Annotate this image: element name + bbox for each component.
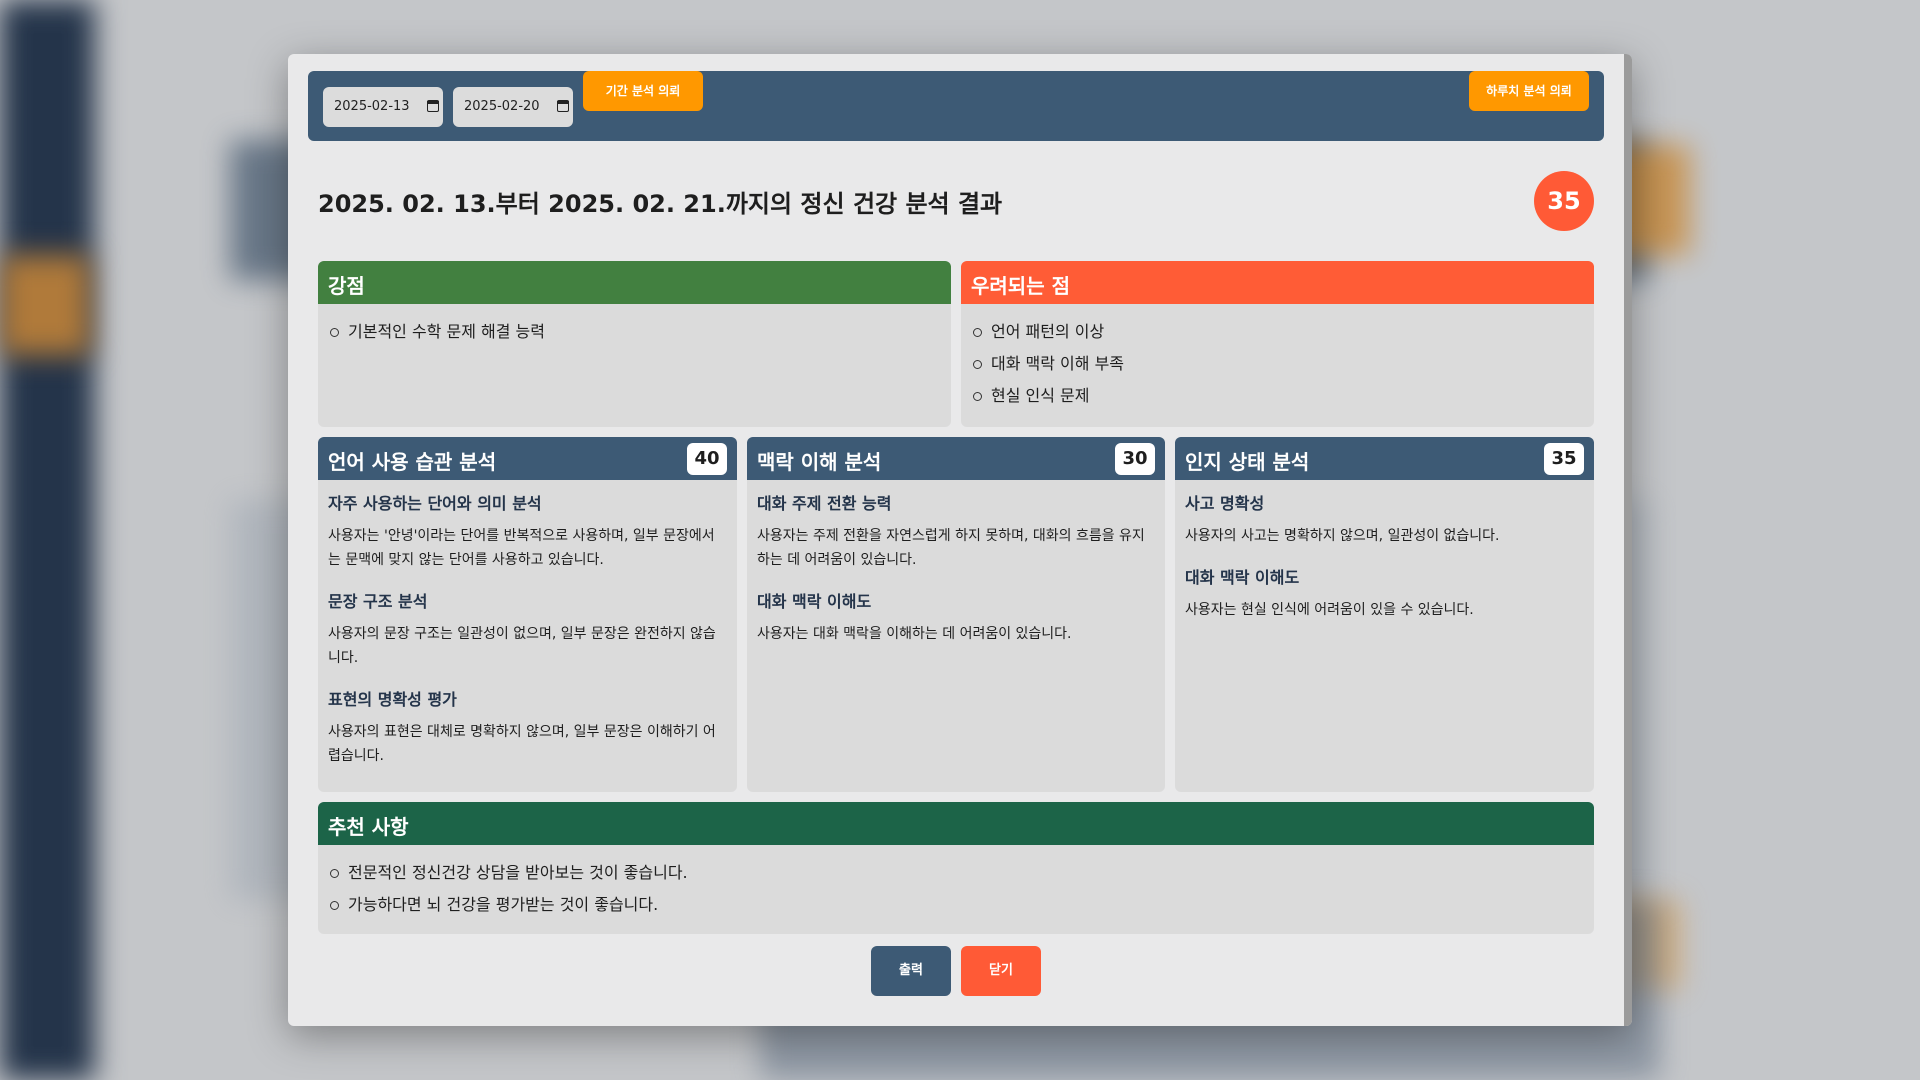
context-score-badge: 30 xyxy=(1115,443,1155,475)
end-date-value: 2025-02-20 xyxy=(464,99,540,114)
list-item: 기본적인 수학 문제 해결 능력 xyxy=(330,316,951,348)
cognitive-score-badge: 35 xyxy=(1544,443,1584,475)
section-text: 사용자는 현실 인식에 어려움이 있을 수 있습니다. xyxy=(1185,602,1474,618)
section-text: 사용자의 문장 구조는 일관성이 없으며, 일부 문장은 완전하지 않습니다. xyxy=(328,626,716,666)
concerns-header: 우려되는 점 xyxy=(961,261,1594,304)
start-date-input[interactable]: 2025-02-13 xyxy=(323,87,443,127)
list-item: 가능하다면 뇌 건강을 평가받는 것이 좋습니다. xyxy=(330,889,1594,921)
calendar-icon[interactable] xyxy=(427,100,439,112)
analysis-section: 자주 사용하는 단어와 의미 분석 사용자는 '안녕'이라는 단어를 반복적으로… xyxy=(328,490,727,572)
cognitive-analysis-card: 인지 상태 분석 35 사고 명확성 사용자의 사고는 명확하지 않으며, 일관… xyxy=(1175,437,1594,792)
analysis-section: 표현의 명확성 평가 사용자의 표현은 대체로 명확하지 않으며, 일부 문장은… xyxy=(328,686,727,768)
daily-analysis-button[interactable]: 하루치 분석 의뢰 xyxy=(1469,71,1589,111)
list-item: 언어 패턴의 이상 xyxy=(973,316,1594,348)
analysis-section: 대화 주제 전환 능력 사용자는 주제 전환을 자연스럽게 하지 못하며, 대화… xyxy=(757,490,1155,572)
section-text: 사용자는 '안녕'이라는 단어를 반복적으로 사용하며, 일부 문장에서는 문맥… xyxy=(328,528,715,568)
background-sidebar xyxy=(0,0,95,1080)
cognitive-analysis-body: 사고 명확성 사용자의 사고는 명확하지 않으며, 일관성이 없습니다. 대화 … xyxy=(1175,480,1594,622)
recommendations-header: 추천 사항 xyxy=(318,802,1594,845)
language-analysis-title: 언어 사용 습관 분석 xyxy=(328,450,497,474)
end-date-input[interactable]: 2025-02-20 xyxy=(453,87,573,127)
context-analysis-header: 맥락 이해 분석 30 xyxy=(747,437,1165,480)
analysis-result-modal: 2025-02-13 2025-02-20 기간 분석 의뢰 하루치 분석 의뢰… xyxy=(288,54,1632,1026)
language-score-badge: 40 xyxy=(687,443,727,475)
section-title: 대화 맥락 이해도 xyxy=(1185,568,1300,587)
calendar-icon[interactable] xyxy=(557,100,569,112)
section-text: 사용자의 사고는 명확하지 않으며, 일관성이 없습니다. xyxy=(1185,528,1500,544)
language-analysis-body: 자주 사용하는 단어와 의미 분석 사용자는 '안녕'이라는 단어를 반복적으로… xyxy=(318,480,737,768)
context-analysis-title: 맥락 이해 분석 xyxy=(757,450,882,474)
concerns-card: 우려되는 점 언어 패턴의 이상 대화 맥락 이해 부족 현실 인식 문제 xyxy=(961,261,1594,427)
section-title: 사고 명확성 xyxy=(1185,494,1265,513)
analysis-toolbar: 2025-02-13 2025-02-20 기간 분석 의뢰 하루치 분석 의뢰 xyxy=(308,71,1604,141)
section-title: 자주 사용하는 단어와 의미 분석 xyxy=(328,494,542,513)
analysis-section: 대화 맥락 이해도 사용자는 대화 맥락을 이해하는 데 어려움이 있습니다. xyxy=(757,588,1155,646)
section-title: 대화 주제 전환 능력 xyxy=(757,494,892,513)
cognitive-analysis-header: 인지 상태 분석 35 xyxy=(1175,437,1594,480)
concerns-list: 언어 패턴의 이상 대화 맥락 이해 부족 현실 인식 문제 xyxy=(961,304,1594,412)
context-analysis-body: 대화 주제 전환 능력 사용자는 주제 전환을 자연스럽게 하지 못하며, 대화… xyxy=(747,480,1165,646)
section-text: 사용자는 주제 전환을 자연스럽게 하지 못하며, 대화의 흐름을 유지하는 데… xyxy=(757,528,1145,568)
context-analysis-card: 맥락 이해 분석 30 대화 주제 전환 능력 사용자는 주제 전환을 자연스럽… xyxy=(747,437,1165,792)
overall-score-badge: 35 xyxy=(1534,171,1594,231)
period-analysis-button[interactable]: 기간 분석 의뢰 xyxy=(583,71,703,111)
section-text: 사용자의 표현은 대체로 명확하지 않으며, 일부 문장은 이해하기 어렵습니다… xyxy=(328,724,716,764)
modal-scrollbar[interactable] xyxy=(1624,54,1632,1026)
page-title: 2025. 02. 13.부터 2025. 02. 21.까지의 정신 건강 분… xyxy=(318,190,1003,218)
recommendations-card: 추천 사항 전문적인 정신건강 상담을 받아보는 것이 좋습니다. 가능하다면 … xyxy=(318,802,1594,934)
list-item: 대화 맥락 이해 부족 xyxy=(973,348,1594,380)
strengths-card: 강점 기본적인 수학 문제 해결 능력 xyxy=(318,261,951,427)
strengths-header: 강점 xyxy=(318,261,951,304)
strengths-list: 기본적인 수학 문제 해결 능력 xyxy=(318,304,951,348)
language-analysis-card: 언어 사용 습관 분석 40 자주 사용하는 단어와 의미 분석 사용자는 '안… xyxy=(318,437,737,792)
analysis-section: 대화 맥락 이해도 사용자는 현실 인식에 어려움이 있을 수 있습니다. xyxy=(1185,564,1584,622)
language-analysis-header: 언어 사용 습관 분석 40 xyxy=(318,437,737,480)
background-accent xyxy=(0,255,90,355)
section-title: 문장 구조 분석 xyxy=(328,592,428,611)
recommendations-list: 전문적인 정신건강 상담을 받아보는 것이 좋습니다. 가능하다면 뇌 건강을 … xyxy=(318,845,1594,921)
print-button[interactable]: 출력 xyxy=(871,946,951,996)
close-button[interactable]: 닫기 xyxy=(961,946,1041,996)
analysis-section: 문장 구조 분석 사용자의 문장 구조는 일관성이 없으며, 일부 문장은 완전… xyxy=(328,588,727,670)
analysis-section: 사고 명확성 사용자의 사고는 명확하지 않으며, 일관성이 없습니다. xyxy=(1185,490,1584,548)
list-item: 현실 인식 문제 xyxy=(973,380,1594,412)
list-item: 전문적인 정신건강 상담을 받아보는 것이 좋습니다. xyxy=(330,857,1594,889)
section-text: 사용자는 대화 맥락을 이해하는 데 어려움이 있습니다. xyxy=(757,626,1072,642)
cognitive-analysis-title: 인지 상태 분석 xyxy=(1185,450,1310,474)
section-title: 대화 맥락 이해도 xyxy=(757,592,872,611)
start-date-value: 2025-02-13 xyxy=(334,99,410,114)
section-title: 표현의 명확성 평가 xyxy=(328,690,457,709)
